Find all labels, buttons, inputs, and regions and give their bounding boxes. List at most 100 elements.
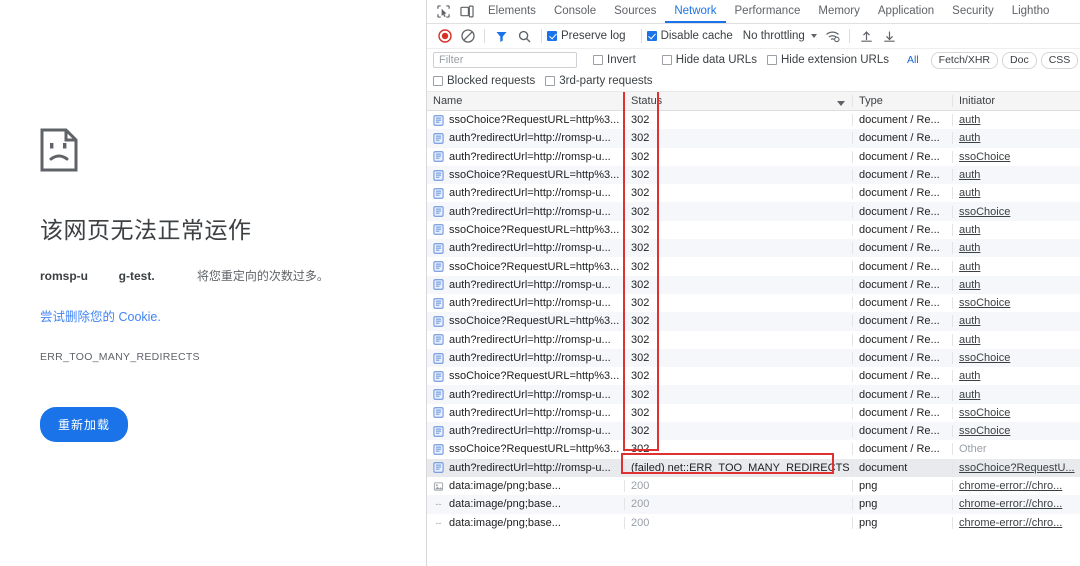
- table-row[interactable]: auth?redirectUrl=http://romsp-u...(faile…: [427, 459, 1080, 477]
- table-row[interactable]: ssoChoice?RequestURL=http%3...302documen…: [427, 440, 1080, 458]
- cell-initiator: auth: [952, 334, 1080, 346]
- cell-type: document / Re...: [852, 315, 952, 327]
- initiator-link[interactable]: ssoChoice?RequestU...: [959, 462, 1075, 474]
- cell-initiator: chrome-error://chro...: [952, 498, 1080, 510]
- column-header-initiator[interactable]: Initiator: [952, 95, 1080, 107]
- device-toolbar-icon[interactable]: [455, 0, 479, 23]
- cell-status: 302: [624, 261, 852, 273]
- table-row[interactable]: auth?redirectUrl=http://romsp-u...302doc…: [427, 349, 1080, 367]
- column-header-type[interactable]: Type: [852, 95, 952, 107]
- table-row[interactable]: ssoChoice?RequestURL=http%3...302documen…: [427, 257, 1080, 275]
- initiator-link[interactable]: auth: [959, 242, 980, 254]
- table-row[interactable]: ssoChoice?RequestURL=http%3...302documen…: [427, 111, 1080, 129]
- third-party-requests-checkbox[interactable]: 3rd-party requests: [545, 75, 652, 87]
- cell-initiator: auth: [952, 224, 1080, 236]
- initiator-link[interactable]: auth: [959, 279, 980, 291]
- invert-checkbox[interactable]: Invert: [593, 54, 636, 66]
- table-row[interactable]: auth?redirectUrl=http://romsp-u...302doc…: [427, 184, 1080, 202]
- cell-name: auth?redirectUrl=http://romsp-u...: [427, 462, 624, 474]
- tab-sources[interactable]: Sources: [605, 0, 665, 23]
- disable-cache-checkbox[interactable]: Disable cache: [647, 30, 733, 42]
- initiator-link[interactable]: ssoChoice: [959, 407, 1010, 419]
- export-har-icon[interactable]: [878, 25, 901, 47]
- initiator-link[interactable]: ssoChoice: [959, 425, 1010, 437]
- initiator-link[interactable]: ssoChoice: [959, 206, 1010, 218]
- network-request-table[interactable]: Name Status Type Initiator ssoChoice?Req…: [427, 92, 1080, 566]
- table-row[interactable]: --data:image/png;base...200pngchrome-err…: [427, 495, 1080, 513]
- initiator-link[interactable]: auth: [959, 370, 980, 382]
- document-icon: [433, 298, 444, 309]
- table-row[interactable]: auth?redirectUrl=http://romsp-u...302doc…: [427, 129, 1080, 147]
- initiator-link[interactable]: auth: [959, 224, 980, 236]
- preserve-log-checkbox[interactable]: Preserve log: [547, 30, 626, 42]
- initiator-link[interactable]: chrome-error://chro...: [959, 498, 1062, 510]
- initiator-link[interactable]: ssoChoice: [959, 151, 1010, 163]
- tab-network[interactable]: Network: [665, 0, 725, 23]
- table-row[interactable]: auth?redirectUrl=http://romsp-u...302doc…: [427, 202, 1080, 220]
- cell-initiator: chrome-error://chro...: [952, 480, 1080, 492]
- reload-button[interactable]: 重新加载: [40, 407, 128, 442]
- initiator-link[interactable]: ssoChoice: [959, 352, 1010, 364]
- tab-application[interactable]: Application: [869, 0, 943, 23]
- request-name: ssoChoice?RequestURL=http%3...: [449, 261, 619, 273]
- table-row[interactable]: auth?redirectUrl=http://romsp-u...302doc…: [427, 294, 1080, 312]
- initiator-link[interactable]: auth: [959, 169, 980, 181]
- initiator-link[interactable]: auth: [959, 334, 980, 346]
- clear-icon[interactable]: [456, 25, 479, 47]
- network-conditions-icon[interactable]: [821, 25, 844, 47]
- table-row[interactable]: data:image/png;base...200pngchrome-error…: [427, 477, 1080, 495]
- table-row[interactable]: auth?redirectUrl=http://romsp-u...302doc…: [427, 276, 1080, 294]
- initiator-link[interactable]: auth: [959, 132, 980, 144]
- cell-type: document / Re...: [852, 352, 952, 364]
- table-row[interactable]: auth?redirectUrl=http://romsp-u...302doc…: [427, 331, 1080, 349]
- filter-input[interactable]: [433, 52, 577, 68]
- tab-memory[interactable]: Memory: [809, 0, 869, 23]
- table-row[interactable]: ssoChoice?RequestURL=http%3...302documen…: [427, 312, 1080, 330]
- initiator-link[interactable]: auth: [959, 114, 980, 126]
- hide-data-urls-checkbox[interactable]: Hide data URLs: [662, 54, 757, 66]
- initiator-link[interactable]: ssoChoice: [959, 297, 1010, 309]
- record-stop-icon[interactable]: [433, 25, 456, 47]
- table-row[interactable]: --data:image/png;base...200pngchrome-err…: [427, 514, 1080, 532]
- table-row[interactable]: ssoChoice?RequestURL=http%3...302documen…: [427, 166, 1080, 184]
- table-row[interactable]: auth?redirectUrl=http://romsp-u...302doc…: [427, 404, 1080, 422]
- table-row[interactable]: auth?redirectUrl=http://romsp-u...302doc…: [427, 148, 1080, 166]
- hide-extension-urls-checkbox-box: [767, 55, 777, 65]
- hide-extension-urls-checkbox[interactable]: Hide extension URLs: [767, 54, 889, 66]
- initiator-link[interactable]: chrome-error://chro...: [959, 517, 1062, 529]
- tab-security[interactable]: Security: [943, 0, 1003, 23]
- type-filter-doc[interactable]: Doc: [1002, 52, 1037, 69]
- tab-console[interactable]: Console: [545, 0, 605, 23]
- cell-name: ssoChoice?RequestURL=http%3...: [427, 169, 624, 181]
- funnel-filter-icon[interactable]: [490, 25, 513, 47]
- type-filter-fetch-xhr[interactable]: Fetch/XHR: [931, 52, 998, 69]
- tab-label: Elements: [488, 5, 536, 17]
- tab-elements[interactable]: Elements: [479, 0, 545, 23]
- tab-label: Console: [554, 5, 596, 17]
- type-filter-all[interactable]: All: [899, 53, 927, 68]
- table-row[interactable]: auth?redirectUrl=http://romsp-u...302doc…: [427, 385, 1080, 403]
- throttling-dropdown[interactable]: No throttling: [743, 30, 817, 42]
- table-row[interactable]: ssoChoice?RequestURL=http%3...302documen…: [427, 367, 1080, 385]
- initiator-link[interactable]: auth: [959, 261, 980, 273]
- column-header-name[interactable]: Name: [427, 95, 624, 107]
- initiator-link[interactable]: chrome-error://chro...: [959, 480, 1062, 492]
- type-filter-css[interactable]: CSS: [1041, 52, 1079, 69]
- search-icon[interactable]: [513, 25, 536, 47]
- cell-name: ssoChoice?RequestURL=http%3...: [427, 443, 624, 455]
- cell-type: document / Re...: [852, 132, 952, 144]
- inspect-element-icon[interactable]: [431, 0, 455, 23]
- table-row[interactable]: ssoChoice?RequestURL=http%3...302documen…: [427, 221, 1080, 239]
- table-row[interactable]: auth?redirectUrl=http://romsp-u...302doc…: [427, 422, 1080, 440]
- initiator-link[interactable]: auth: [959, 389, 980, 401]
- clear-cookies-link[interactable]: 尝试删除您的 Cookie.: [40, 306, 161, 325]
- table-row[interactable]: auth?redirectUrl=http://romsp-u...302doc…: [427, 239, 1080, 257]
- initiator-link[interactable]: auth: [959, 187, 980, 199]
- column-header-status[interactable]: Status: [624, 95, 852, 107]
- initiator-link[interactable]: auth: [959, 315, 980, 327]
- tab-performance[interactable]: Performance: [726, 0, 810, 23]
- tab-lighth-[interactable]: Lighthо: [1003, 0, 1059, 23]
- document-icon: [433, 206, 444, 217]
- blocked-requests-checkbox[interactable]: Blocked requests: [433, 75, 535, 87]
- import-har-icon[interactable]: [855, 25, 878, 47]
